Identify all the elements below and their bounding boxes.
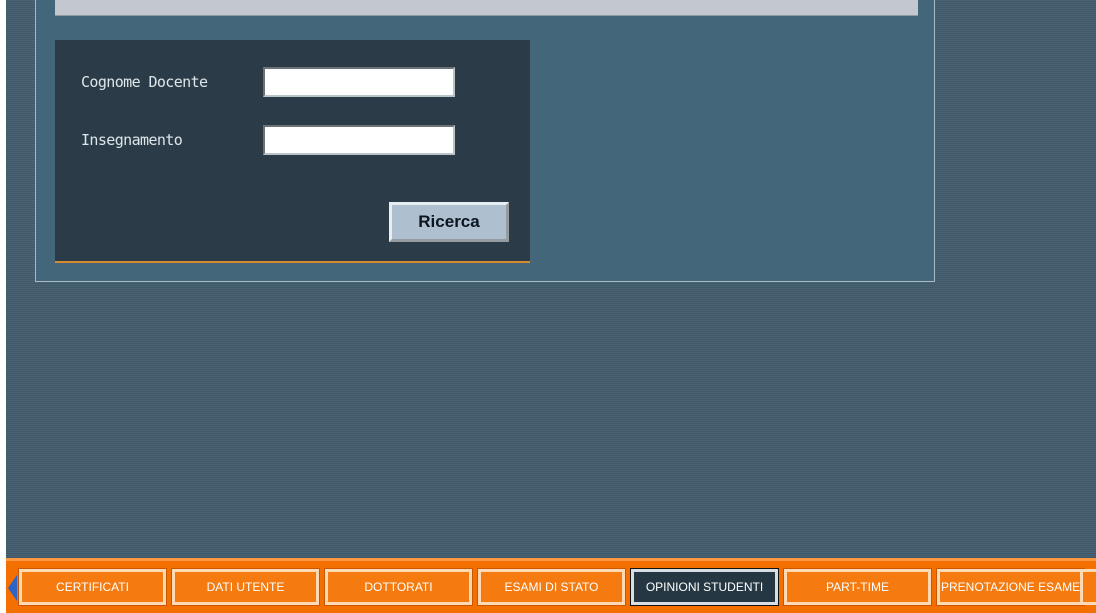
tab-prenotazione-esame[interactable]: PRENOTAZIONE ESAME [936, 568, 1085, 606]
tab-label: ESAMI DI STATO [504, 580, 599, 594]
tab-label: DOTTORATI [364, 580, 433, 594]
tab-label: DATI UTENTE [206, 580, 285, 594]
tab-label: PRENOTAZIONE ESAME [941, 580, 1081, 594]
tab-part-time[interactable]: PART-TIME [783, 568, 932, 606]
surname-input[interactable] [263, 67, 455, 97]
course-input[interactable] [263, 125, 455, 155]
tab-esami-di-stato[interactable]: ESAMI DI STATO [477, 568, 626, 606]
search-button[interactable]: Ricerca [389, 202, 509, 242]
course-label: Insegnamento [81, 131, 183, 149]
panel-top-bar [55, 0, 918, 16]
tab-opinioni-studenti[interactable]: OPINIONI STUDENTI [630, 568, 779, 606]
nav-tabs: CERTIFICATI DATI UTENTE DOTTORATI ESAMI … [18, 568, 1085, 606]
tab-certificati[interactable]: CERTIFICATI [18, 568, 167, 606]
tab-next-partial[interactable] [1080, 569, 1096, 605]
tab-label: OPINIONI STUDENTI [645, 580, 764, 594]
tab-label: CERTIFICATI [56, 580, 129, 594]
search-form: Cognome Docente Insegnamento Ricerca [55, 40, 530, 263]
arrow-left-icon[interactable] [8, 575, 17, 601]
page-background: Cognome Docente Insegnamento Ricerca [6, 0, 1096, 613]
content-panel: Cognome Docente Insegnamento Ricerca [35, 0, 935, 282]
tab-dati-utente[interactable]: DATI UTENTE [171, 568, 320, 606]
bottom-navigation-bar: CERTIFICATI DATI UTENTE DOTTORATI ESAMI … [6, 558, 1096, 613]
tab-dottorati[interactable]: DOTTORATI [324, 568, 473, 606]
surname-label: Cognome Docente [81, 73, 208, 91]
tab-label: PART-TIME [826, 580, 889, 594]
